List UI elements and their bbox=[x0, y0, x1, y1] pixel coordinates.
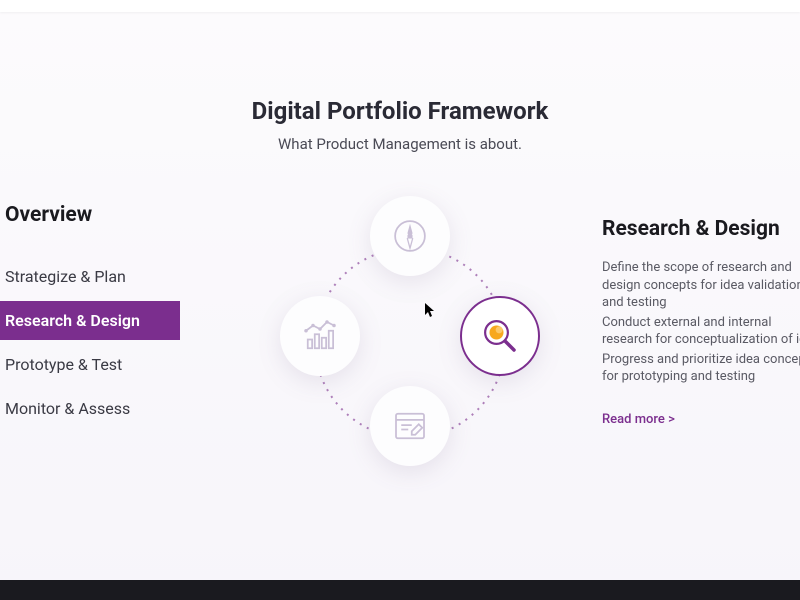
nav-item-monitor[interactable]: Monitor & Assess bbox=[5, 389, 180, 428]
node-prototype[interactable] bbox=[370, 386, 450, 466]
node-research[interactable] bbox=[460, 296, 540, 376]
node-strategize[interactable] bbox=[370, 196, 450, 276]
top-bar bbox=[0, 0, 800, 12]
sidebar: Overview Strategize & Plan Research & De… bbox=[0, 203, 180, 600]
sidebar-title: Overview bbox=[5, 203, 180, 227]
detail-paragraph: Conduct external and internal research f… bbox=[602, 314, 800, 349]
nav-item-strategize[interactable]: Strategize & Plan bbox=[5, 257, 180, 296]
read-more-link[interactable]: Read more > bbox=[602, 412, 675, 427]
main-container: Digital Portfolio Framework What Product… bbox=[0, 12, 800, 600]
analytics-icon bbox=[299, 315, 341, 357]
compass-icon bbox=[389, 215, 431, 257]
detail-paragraph: Progress and prioritize idea concepts fo… bbox=[602, 351, 800, 386]
node-monitor[interactable] bbox=[280, 296, 360, 376]
page-title: Digital Portfolio Framework bbox=[0, 97, 800, 125]
circular-diagram bbox=[260, 188, 560, 488]
detail-description: Define the scope of research and design … bbox=[602, 259, 800, 386]
footer-bar bbox=[0, 580, 800, 600]
detail-title: Research & Design bbox=[602, 217, 800, 241]
nav-item-research[interactable]: Research & Design bbox=[0, 301, 180, 340]
detail-paragraph: Define the scope of research and design … bbox=[602, 259, 800, 312]
browser-edit-icon bbox=[389, 405, 431, 447]
page-subtitle: What Product Management is about. bbox=[0, 135, 800, 153]
nav-item-prototype[interactable]: Prototype & Test bbox=[5, 345, 180, 384]
magnifier-icon bbox=[479, 315, 521, 357]
detail-panel: Research & Design Define the scope of re… bbox=[602, 217, 800, 427]
header: Digital Portfolio Framework What Product… bbox=[0, 97, 800, 153]
